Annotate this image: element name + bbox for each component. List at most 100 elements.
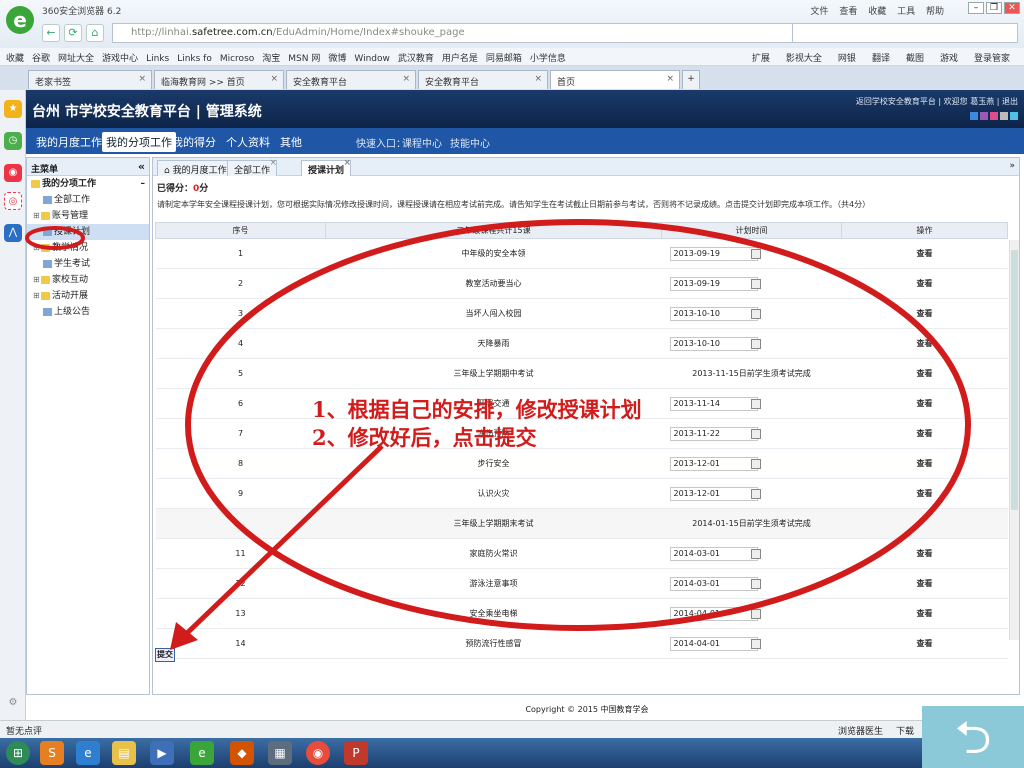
fav-item[interactable]: 网址大全 [58,54,94,64]
media-icon[interactable]: ▶ [150,741,174,765]
menu-help[interactable]: 帮助 [926,7,944,17]
fav-item[interactable]: 淘宝 [262,54,280,64]
minus-icon[interactable]: – [141,176,146,192]
menu-file[interactable]: 文件 [810,7,828,17]
fav-item[interactable]: MSN 网 [288,54,320,64]
fav-item[interactable]: 游戏中心 [102,54,138,64]
view-link[interactable]: 查看 [841,418,1008,449]
close-icon[interactable]: ✕ [1004,2,1020,14]
app-icon[interactable]: ▦ [268,741,292,765]
tree-item-activities[interactable]: ⊞ 活动开展 [27,288,149,304]
view-link[interactable]: 查看 [841,568,1008,599]
app-icon[interactable]: ◆ [230,741,254,765]
menu-other[interactable]: 其他 [280,134,302,150]
fav-right-item[interactable]: 截图 [906,54,924,64]
tab-all-work[interactable]: 全部工作 × [227,158,278,176]
refresh-icon[interactable]: ⟳ [64,24,82,42]
location-icon[interactable]: ◎ [4,192,22,210]
calendar-icon[interactable] [750,578,761,589]
menu-view[interactable]: 查看 [839,7,857,17]
menu-profile[interactable]: 个人资料 [226,134,270,150]
u-turn-icon[interactable]: ⮌ [922,706,1024,768]
calendar-icon[interactable] [750,488,761,499]
fav-item[interactable]: Links fo [177,54,212,64]
tree-section[interactable]: 我的分项工作 – [27,176,149,192]
powerpoint-icon[interactable]: P [344,741,368,765]
browser-tab[interactable]: 临海教育网 >> 首页 × [154,70,284,89]
search-input[interactable] [792,23,1018,43]
fav-item[interactable]: 小学信息 [530,54,566,64]
menu-my-score[interactable]: 我的得分 [172,134,216,150]
view-link[interactable]: 查看 [841,448,1008,479]
tab-close-icon[interactable]: × [270,74,278,84]
fav-item[interactable]: Window [354,54,390,64]
calendar-icon[interactable] [750,248,761,259]
menu-favorites[interactable]: 收藏 [868,7,886,17]
date-input[interactable]: 2013-09-19 [669,246,761,261]
tree-item-notices[interactable]: 上级公告 [27,304,149,320]
star-icon[interactable]: ★ [4,100,22,118]
date-input[interactable]: 2013-10-10 [669,306,761,321]
fav-right-item[interactable]: 翻译 [872,54,890,64]
date-input[interactable]: 2014-04-01 [669,636,761,651]
menu-itemized-work[interactable]: 我的分项工作 [102,132,176,152]
header-links[interactable]: 返回学校安全教育平台 | 欢迎您 葛玉燕 | 退出 [856,96,1018,107]
date-input[interactable]: 2013-12-01 [669,486,761,501]
menu-tools[interactable]: 工具 [897,7,915,17]
calendar-icon[interactable] [750,638,761,649]
start-icon[interactable]: ⊞ [6,741,30,765]
tree-item-teaching-status[interactable]: ⊞ 教学情况 [27,240,149,256]
chrome-icon[interactable]: ◉ [306,741,330,765]
tab-close-icon[interactable]: × [402,74,410,84]
back-icon[interactable]: ← [42,24,60,42]
fav-item[interactable]: 武汉教育 [398,54,434,64]
date-input[interactable]: 2014-04-01 [669,606,761,621]
view-link[interactable]: 查看 [841,598,1008,629]
browser-360-icon[interactable]: e [190,741,214,765]
address-bar[interactable]: http://linhai.safetree.com.cn/EduAdmin/H… [112,23,822,43]
scrollbar[interactable] [1009,240,1019,640]
view-link[interactable]: 查看 [841,628,1008,659]
menu-monthly-work[interactable]: 我的月度工作 [36,134,102,150]
restore-icon[interactable]: ❐ [986,2,1002,14]
browser-tab[interactable]: 老家书签 × [28,70,152,89]
app-icon[interactable]: S [40,741,64,765]
ie-icon[interactable]: e [76,741,100,765]
fav-right-item[interactable]: 影视大全 [786,54,822,64]
tree-item-student-exam[interactable]: 学生考试 [27,256,149,272]
fav-item[interactable]: 用户名是 [442,54,478,64]
app-icon[interactable]: ⋀ [4,224,22,242]
tree-item-all-work[interactable]: 全部工作 [27,192,149,208]
tab-monthly-work[interactable]: ⌂ 我的月度工作 [157,160,234,176]
view-link[interactable]: 查看 [841,538,1008,569]
date-input[interactable]: 2013-10-10 [669,336,761,351]
browser-tab[interactable]: 安全教育平台 × [286,70,416,89]
view-link[interactable]: 查看 [841,268,1008,299]
collapse-icon[interactable]: « [138,160,145,173]
view-link[interactable]: 查看 [841,358,1008,389]
browser-doctor[interactable]: 浏览器医生 [838,724,883,737]
tree-item-account[interactable]: ⊞ 账号管理 [27,208,149,224]
date-input[interactable]: 2014-03-01 [669,576,761,591]
view-link[interactable]: 查看 [841,388,1008,419]
calendar-icon[interactable] [750,308,761,319]
view-link[interactable]: 查看 [841,328,1008,359]
fav-item[interactable]: 微博 [328,54,346,64]
view-link[interactable]: 查看 [841,478,1008,509]
view-link[interactable]: 查看 [841,298,1008,329]
submit-button[interactable]: 提交 [155,648,175,662]
calendar-icon[interactable] [750,428,761,439]
weibo-icon[interactable]: ◉ [4,164,22,182]
date-input[interactable]: 2013-12-01 [669,456,761,471]
calendar-icon[interactable] [750,278,761,289]
download-link[interactable]: 下载 [896,724,914,737]
date-input[interactable]: 2013-11-22 [669,426,761,441]
fav-right-item[interactable]: 扩展 [752,54,770,64]
calendar-icon[interactable] [750,608,761,619]
calendar-icon[interactable] [750,458,761,469]
tab-close-icon[interactable]: × [138,74,146,84]
view-link[interactable]: 查看 [841,238,1008,269]
fav-item[interactable]: 收藏 [6,54,24,64]
quick-link-course[interactable]: 课程中心 [402,135,442,150]
fav-item[interactable]: 同易邮箱 [486,54,522,64]
